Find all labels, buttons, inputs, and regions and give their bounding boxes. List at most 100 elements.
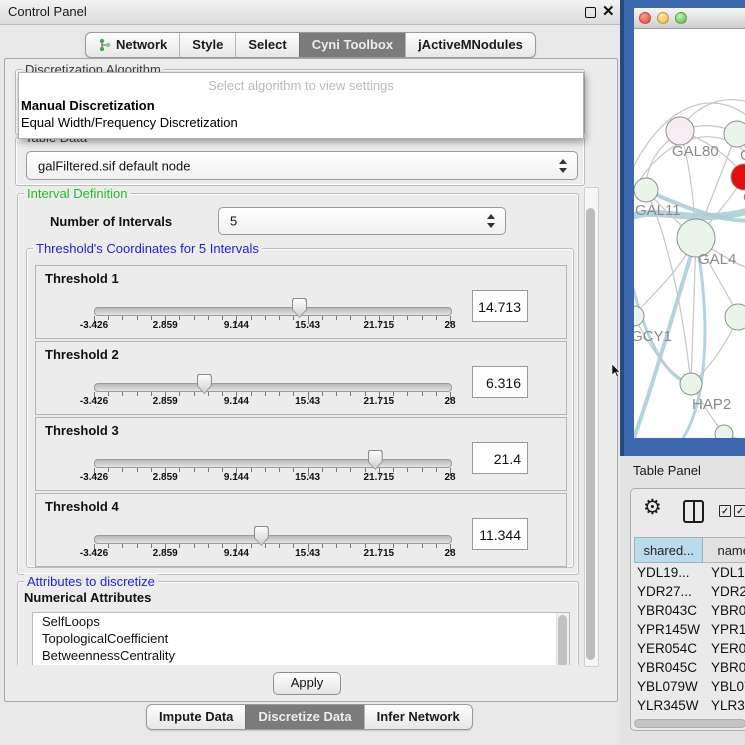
tick-mark <box>436 544 437 548</box>
network-node[interactable] <box>731 164 745 190</box>
network-node[interactable] <box>634 178 658 202</box>
tick-mark <box>194 392 195 396</box>
tick-mark <box>422 468 423 472</box>
scrollbar-thumb[interactable] <box>586 208 595 660</box>
table-cell: YDL19 <box>711 563 745 582</box>
tick-mark <box>251 316 252 320</box>
tab-infer-network[interactable]: Infer Network <box>364 705 472 729</box>
attribute-list-item[interactable]: BetweennessCentrality <box>33 647 569 664</box>
tick-mark <box>122 316 123 320</box>
table-data-combobox[interactable]: galFiltered.sif default node <box>26 151 578 180</box>
network-node[interactable] <box>666 117 694 145</box>
tick-label: 28 <box>444 472 455 483</box>
table-row[interactable]: YER054CYER054C <box>634 639 745 658</box>
table-hscrollbar[interactable] <box>634 719 745 728</box>
threshold-value-field[interactable]: 6.316 <box>472 366 528 398</box>
tick-mark <box>407 316 408 320</box>
tick-mark <box>137 392 138 396</box>
tick-label: 28 <box>444 320 455 331</box>
tick-mark <box>122 544 123 548</box>
zoom-traffic-light-icon[interactable] <box>675 12 687 24</box>
tick-label: 21.715 <box>364 320 395 331</box>
table-column-header[interactable]: shared... <box>634 537 703 563</box>
threshold-panel: Threshold 1-3.4262.8599.14415.4321.71528… <box>35 265 567 339</box>
table-row[interactable]: YPR145WYPR145W <box>634 620 745 639</box>
tab-discretize-data[interactable]: Discretize Data <box>245 705 363 729</box>
slider-track[interactable] <box>94 307 452 316</box>
tab-network[interactable]: Network <box>86 33 179 57</box>
close-icon[interactable]: ✕ <box>602 2 615 20</box>
table-column-header[interactable]: name <box>703 537 745 563</box>
tab-cyni-toolbox[interactable]: Cyni Toolbox <box>299 33 405 57</box>
checkbox-icon[interactable]: ✓ <box>719 505 731 517</box>
thresholds-group-label: Threshold's Coordinates for 5 Intervals <box>33 241 262 256</box>
tab-label: Select <box>248 33 286 57</box>
tick-mark <box>350 316 351 320</box>
tab-style[interactable]: Style <box>179 33 235 57</box>
minimize-traffic-light-icon[interactable] <box>657 12 669 24</box>
tick-label: 2.859 <box>153 396 178 407</box>
table-cell: YBR043C <box>711 601 745 620</box>
apply-button[interactable]: Apply <box>273 672 341 695</box>
table-cell: YBL079W <box>634 677 711 696</box>
threshold-value-field[interactable]: 14.713 <box>472 290 528 322</box>
tab-label: Style <box>192 33 223 57</box>
network-node[interactable] <box>725 304 745 330</box>
network-canvas[interactable]: GAL80GACGAL11GAL4GCY1HHAP2 <box>634 28 745 438</box>
threshold-label: Threshold 4 <box>45 499 119 514</box>
columns-icon[interactable] <box>683 500 704 523</box>
tick-label: 28 <box>444 396 455 407</box>
table-cell: YDL19... <box>634 563 711 582</box>
scrollbar-thumb[interactable] <box>558 615 567 665</box>
tick-mark <box>279 392 280 396</box>
gear-icon[interactable]: ⚙ <box>643 495 662 520</box>
table-cell: YPR145W <box>711 620 745 639</box>
network-frame: GAL80GACGAL11GAL4GCY1HHAP2 <box>620 0 745 456</box>
panel-title: Control Panel <box>8 4 87 19</box>
table-row[interactable]: YDR27...YDR27 <box>634 582 745 601</box>
settings-scrollbar[interactable] <box>584 187 599 667</box>
attribute-list-item[interactable]: SelfLoops <box>33 613 569 630</box>
tick-mark <box>407 544 408 548</box>
table-row[interactable]: YDL19...YDL19 <box>634 563 745 582</box>
slider-track[interactable] <box>94 459 452 468</box>
scrollbar-thumb[interactable] <box>634 719 745 728</box>
attributes-scrollbar[interactable] <box>556 613 569 665</box>
tab-label: Discretize Data <box>258 705 351 729</box>
attribute-list-item[interactable]: TopologicalCoefficient <box>33 630 569 647</box>
tick-mark <box>407 468 408 472</box>
threshold-value-field[interactable]: 11.344 <box>472 518 528 550</box>
algorithm-option[interactable]: Equal Width/Frequency Discretization <box>21 114 579 131</box>
num-intervals-combobox[interactable]: 5 <box>218 207 506 235</box>
tab-select[interactable]: Select <box>235 33 298 57</box>
table-body: YDL19...YDL19YDR27...YDR27YBR043CYBR043C… <box>634 563 745 721</box>
network-window-titlebar <box>634 8 745 29</box>
table-row[interactable]: YBR045CYBR045C <box>634 658 745 677</box>
network-window: GAL80GACGAL11GAL4GCY1HHAP2 <box>634 8 745 438</box>
table-cell: YPR145W <box>634 620 711 639</box>
algorithm-option[interactable]: Manual Discretization <box>21 97 579 114</box>
slider-track[interactable] <box>94 383 452 392</box>
tab-jactivemnodules[interactable]: jActiveMNodules <box>405 33 535 57</box>
tick-mark <box>108 468 109 472</box>
mouse-cursor <box>612 364 622 378</box>
close-traffic-light-icon[interactable] <box>639 12 651 24</box>
slider-track[interactable] <box>94 535 452 544</box>
float-icon[interactable] <box>585 7 596 18</box>
threshold-value-field[interactable]: 21.4 <box>472 442 528 474</box>
network-node[interactable] <box>680 373 702 395</box>
top-tabbar: Network Style Select Cyni ToolboxjActiveMNo… <box>0 27 620 59</box>
table-row[interactable]: YBL079WYBL079W <box>634 677 745 696</box>
table-row[interactable]: YLR345WYLR345W <box>634 696 745 715</box>
table-row[interactable]: YBR043CYBR043C <box>634 601 745 620</box>
network-node[interactable] <box>724 121 745 147</box>
checkbox-icon[interactable]: ✓ <box>734 505 745 517</box>
network-node[interactable] <box>715 425 733 438</box>
tick-mark <box>265 316 266 320</box>
network-node-label: GCY1 <box>634 328 672 345</box>
numerical-attributes-list[interactable]: SelfLoopsTopologicalCoefficientBetweenne… <box>32 612 570 665</box>
tab-impute-data[interactable]: Impute Data <box>147 705 245 729</box>
table-cell: YER054C <box>711 639 745 658</box>
tick-mark <box>422 392 423 396</box>
tick-label: 15.43 <box>295 548 320 559</box>
